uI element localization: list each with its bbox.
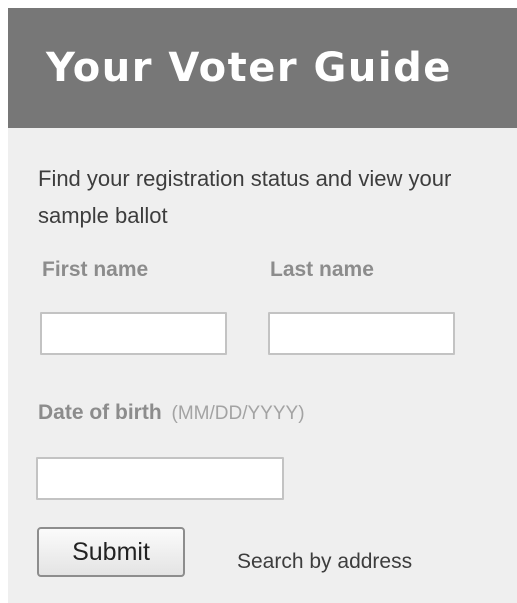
search-by-address-link[interactable]: Search by address (237, 548, 412, 576)
voter-guide-widget: Your Voter Guide Find your registration … (8, 8, 517, 603)
date-format-hint: (MM/DD/YYYY) (171, 403, 305, 424)
first-name-input[interactable] (40, 312, 227, 355)
last-name-label: Last name (270, 258, 374, 281)
date-of-birth-label: Date of birth (38, 401, 162, 424)
first-name-label: First name (42, 258, 149, 281)
submit-button[interactable]: Submit (37, 527, 185, 577)
intro-text: Find your registration status and view y… (38, 166, 452, 228)
page-title: Your Voter Guide (46, 45, 452, 91)
date-of-birth-label-group: Date of birth (MM/DD/YYYY) (38, 399, 305, 428)
header-bar: Your Voter Guide (8, 8, 517, 128)
last-name-input[interactable] (268, 312, 455, 355)
date-of-birth-input[interactable] (36, 457, 284, 500)
